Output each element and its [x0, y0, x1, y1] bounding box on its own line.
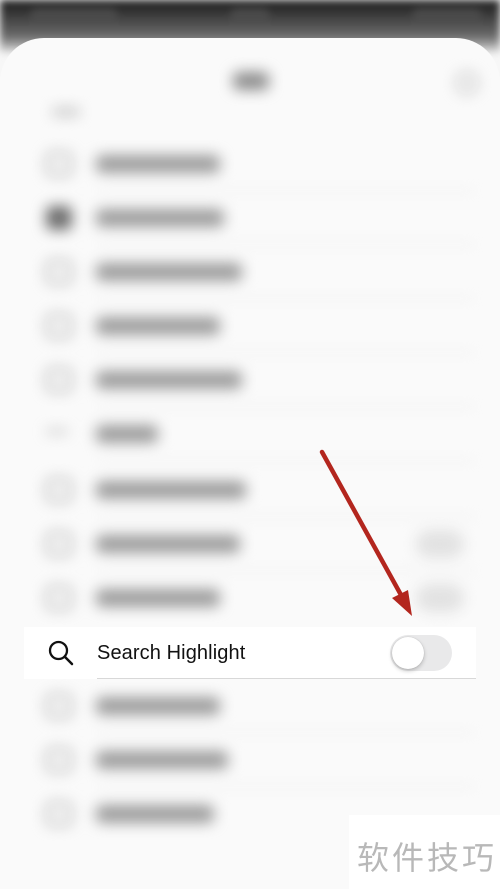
toggle-knob: [392, 637, 424, 669]
list-item[interactable]: [46, 584, 466, 612]
back-link-blurred[interactable]: [52, 108, 80, 116]
list-item[interactable]: [46, 312, 466, 340]
list-item[interactable]: [46, 366, 466, 394]
search-icon: [48, 640, 74, 666]
sheet-title-blurred: [233, 72, 269, 90]
list-item[interactable]: [46, 258, 466, 286]
list-item[interactable]: [46, 420, 466, 448]
search-highlight-label: Search Highlight: [97, 642, 246, 664]
list-item[interactable]: [46, 150, 466, 178]
close-icon[interactable]: [456, 72, 478, 94]
watermark: 软件技巧: [349, 815, 500, 889]
watermark-text: 软件技巧: [357, 839, 498, 877]
list-item[interactable]: [46, 692, 466, 720]
row-divider: [97, 678, 476, 679]
list-item[interactable]: [46, 476, 466, 504]
list-item[interactable]: [46, 530, 466, 558]
search-highlight-row[interactable]: Search Highlight: [24, 627, 476, 679]
search-highlight-toggle[interactable]: [390, 635, 452, 671]
list-item[interactable]: [46, 746, 466, 774]
list-item[interactable]: [46, 204, 466, 232]
blurred-settings-list: [0, 0, 500, 889]
